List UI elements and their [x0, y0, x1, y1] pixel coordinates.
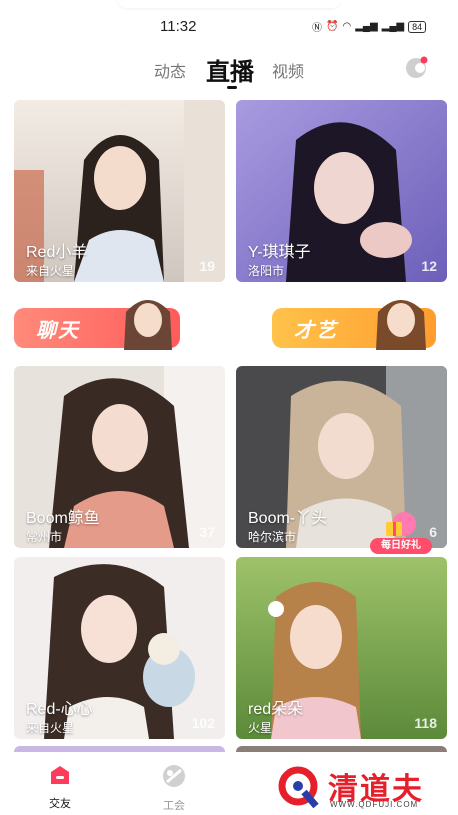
top-tabs: 动态 直播 视频: [0, 52, 458, 92]
nav-label: 交友: [49, 798, 71, 810]
status-icons: Ⓝ ⏰ ◠ ▂▄▆ ▂▄▆ 84: [312, 19, 427, 34]
tab-dongtai[interactable]: 动态: [154, 58, 186, 82]
viewer-count: 12: [421, 258, 437, 274]
nav-label: 工会: [163, 800, 185, 812]
streamer-name: Boom-丫头: [248, 510, 328, 527]
nav-item-gonghui[interactable]: 工会: [144, 764, 204, 813]
streamer-location: 常州市: [26, 530, 63, 544]
streamer-name: Red小羊: [26, 244, 88, 261]
home-icon: [51, 766, 69, 784]
wifi-icon: ◠: [342, 21, 352, 32]
watermark: 清道夫 WWW.QDFUJI.COM: [276, 762, 456, 812]
streamer-location: 来自火星: [26, 264, 75, 278]
toggle-icon[interactable]: [402, 54, 430, 82]
tab-shipin[interactable]: 视频: [272, 58, 304, 82]
viewer-count: 37: [199, 524, 215, 540]
daily-gift-badge[interactable]: 每日好礼: [370, 510, 432, 554]
status-pill: [118, 0, 340, 8]
talent-banner-label: 才艺: [294, 320, 338, 342]
chat-banner-label: 聊天: [36, 320, 80, 342]
status-time: 11:32: [160, 18, 197, 35]
tab-zhibo[interactable]: 直播: [206, 52, 254, 87]
streamer-location: 来自火星: [26, 721, 75, 735]
battery-indicator: 84: [408, 20, 427, 33]
watermark-url: WWW.QDFUJI.COM: [330, 800, 419, 809]
streamer-name: red朵朵: [248, 701, 304, 718]
talent-banner[interactable]: 才艺: [272, 292, 436, 356]
viewer-count: 102: [191, 715, 215, 731]
streamer-location: 洛阳市: [248, 264, 285, 278]
talent-banner-avatar: [376, 300, 426, 350]
status-bar: 11:32 Ⓝ ⏰ ◠ ▂▄▆ ▂▄▆ 84: [0, 0, 458, 44]
alarm-icon: ⏰: [326, 21, 339, 32]
daily-gift-label: 每日好礼: [370, 538, 432, 554]
viewer-count: 118: [414, 715, 437, 731]
nfc-icon: Ⓝ: [312, 23, 322, 34]
watermark-logo: [278, 766, 319, 809]
live-room-card[interactable]: Red-心心 来自火星 102: [14, 557, 225, 739]
live-room-card[interactable]: Boom鲸鱼 常州市 37: [14, 366, 225, 548]
live-room-card[interactable]: red朵朵 火星 118: [236, 557, 447, 739]
live-room-card[interactable]: Red小羊 来自火星 19: [14, 100, 225, 282]
signal2-icon: ▂▄▆: [381, 21, 405, 32]
guild-icon: [163, 765, 185, 787]
live-room-card[interactable]: Y-琪琪子 洛阳市 12: [236, 100, 447, 282]
streamer-name: Red-心心: [26, 701, 93, 718]
streamer-location: 哈尔滨市: [248, 530, 297, 544]
nav-item-jiaoyou[interactable]: 交友: [30, 764, 90, 811]
chat-banner-avatar: [124, 300, 172, 350]
signal-icon: ▂▄▆: [355, 21, 378, 32]
active-tab-indicator: [227, 86, 237, 89]
chat-banner[interactable]: 聊天: [14, 292, 180, 356]
streamer-location: 火星: [248, 721, 273, 735]
streamer-name: Y-琪琪子: [248, 244, 311, 261]
streamer-name: Boom鲸鱼: [26, 510, 100, 527]
viewer-count: 19: [199, 258, 215, 274]
